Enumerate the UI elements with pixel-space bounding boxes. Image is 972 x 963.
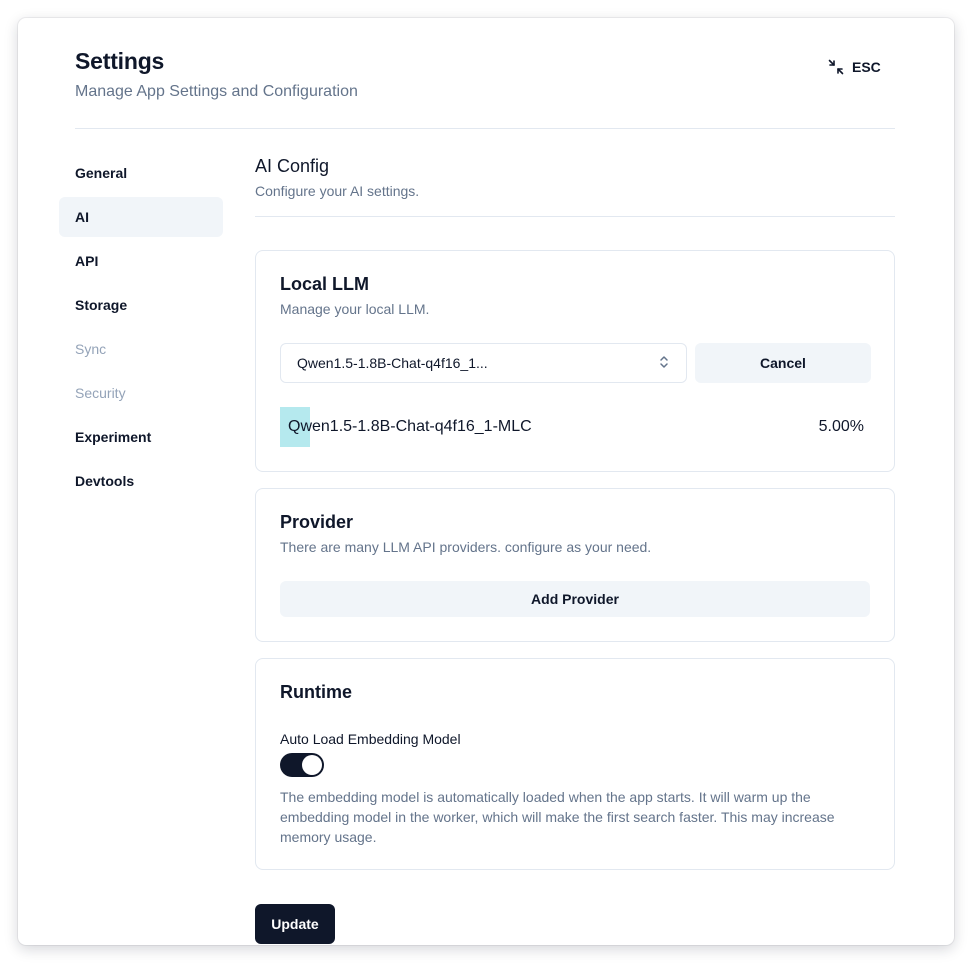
model-select-value: Qwen1.5-1.8B-Chat-q4f16_1... (297, 355, 488, 371)
settings-dialog: Settings Manage App Settings and Configu… (18, 18, 954, 945)
sidebar-item-security: Security (59, 373, 223, 413)
minimize-icon (828, 59, 844, 75)
auto-load-toggle[interactable] (280, 753, 324, 777)
settings-content: AI Config Configure your AI settings. Lo… (255, 153, 895, 944)
chevron-up-down-icon (658, 354, 670, 373)
model-select[interactable]: Qwen1.5-1.8B-Chat-q4f16_1... (280, 343, 687, 383)
sidebar-item-label: Sync (75, 341, 107, 357)
cancel-button[interactable]: Cancel (695, 343, 871, 383)
page-subtitle: Manage App Settings and Configuration (75, 83, 358, 100)
sidebar-item-label: Experiment (75, 429, 152, 445)
page-title: Settings (75, 48, 165, 74)
sidebar-item-label: Devtools (75, 473, 135, 489)
close-button[interactable]: ESC (824, 54, 885, 80)
card-title: Provider (280, 512, 354, 532)
sidebar-item-ai[interactable]: AI (59, 197, 223, 237)
header-divider (75, 128, 895, 129)
update-button[interactable]: Update (255, 904, 335, 944)
sidebar-item-label: General (75, 165, 128, 181)
add-provider-button[interactable]: Add Provider (280, 581, 870, 617)
card-title: Local LLM (280, 274, 369, 294)
download-percent: 5.00% (818, 418, 864, 435)
section-title: AI Config (255, 156, 330, 176)
esc-label: ESC (852, 59, 881, 75)
sidebar-item-label: Security (75, 385, 126, 401)
sidebar-item-experiment[interactable]: Experiment (59, 417, 223, 457)
toggle-knob (302, 755, 322, 775)
section-divider (255, 216, 895, 217)
download-progress: Qwen1.5-1.8B-Chat-q4f16_1-MLC 5.00% (280, 407, 864, 447)
sidebar-item-devtools[interactable]: Devtools (59, 461, 223, 501)
card-description: There are many LLM API providers. config… (280, 539, 652, 555)
auto-load-label: Auto Load Embedding Model (280, 731, 461, 747)
settings-sidebar: General AI API Storage Sync Security Exp… (59, 153, 223, 505)
sidebar-item-api[interactable]: API (59, 241, 223, 281)
section-subtitle: Configure your AI settings. (255, 183, 420, 199)
sidebar-item-label: API (75, 253, 99, 269)
sidebar-item-label: AI (75, 209, 89, 225)
auto-load-help: The embedding model is automatically loa… (280, 789, 835, 845)
card-description: Manage your local LLM. (280, 301, 430, 317)
sidebar-item-general[interactable]: General (59, 153, 223, 193)
sidebar-item-storage[interactable]: Storage (59, 285, 223, 325)
provider-card: Provider There are many LLM API provider… (255, 488, 895, 642)
local-llm-card: Local LLM Manage your local LLM. Qwen1.5… (255, 250, 895, 472)
card-title: Runtime (280, 682, 352, 702)
sidebar-item-label: Storage (75, 297, 128, 313)
download-model-name: Qwen1.5-1.8B-Chat-q4f16_1-MLC (288, 418, 532, 435)
sidebar-item-sync: Sync (59, 329, 223, 369)
runtime-card: Runtime Auto Load Embedding Model The em… (255, 658, 895, 870)
